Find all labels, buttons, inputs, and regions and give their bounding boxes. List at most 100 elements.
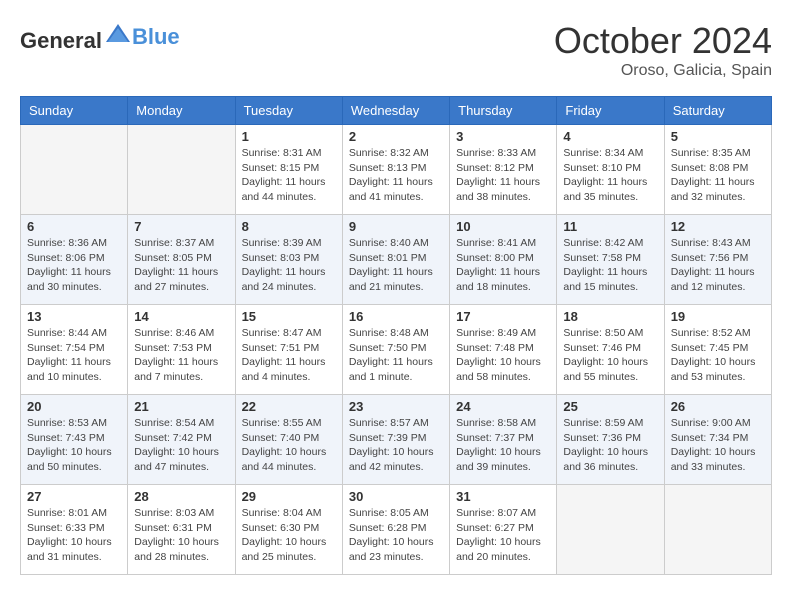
day-number: 6 [27,219,121,234]
calendar-day-cell: 14 Sunrise: 8:46 AM Sunset: 7:53 PM Dayli… [128,305,235,395]
weekday-header: Thursday [450,97,557,125]
day-info: Sunrise: 8:59 AM Sunset: 7:36 PM Dayligh… [563,416,657,475]
calendar-day-cell: 28 Sunrise: 8:03 AM Sunset: 6:31 PM Dayli… [128,485,235,575]
calendar-day-cell: 19 Sunrise: 8:52 AM Sunset: 7:45 PM Dayli… [664,305,771,395]
day-info: Sunrise: 8:01 AM Sunset: 6:33 PM Dayligh… [27,506,121,565]
day-info: Sunrise: 8:39 AM Sunset: 8:03 PM Dayligh… [242,236,336,295]
day-info: Sunrise: 8:40 AM Sunset: 8:01 PM Dayligh… [349,236,443,295]
day-number: 12 [671,219,765,234]
calendar-day-cell: 24Sunrise: 8:58 AM Sunset: 7:37 PM Dayli… [450,395,557,485]
weekday-header-row: SundayMondayTuesdayWednesdayThursdayFrid… [21,97,772,125]
day-number: 17 [456,309,550,324]
calendar-day-cell: 27 Sunrise: 8:01 AM Sunset: 6:33 PM Dayli… [21,485,128,575]
logo-blue: Blue [132,24,180,50]
day-number: 22 [242,399,336,414]
day-number: 31 [456,489,550,504]
calendar-day-cell: 16 Sunrise: 8:48 AM Sunset: 7:50 PM Dayli… [342,305,449,395]
day-info: Sunrise: 8:49 AM Sunset: 7:48 PM Dayligh… [456,326,550,385]
calendar-day-cell: 25 Sunrise: 8:59 AM Sunset: 7:36 PM Dayli… [557,395,664,485]
day-number: 21 [134,399,228,414]
day-number: 10 [456,219,550,234]
day-info: Sunrise: 8:48 AM Sunset: 7:50 PM Dayligh… [349,326,443,385]
day-info: Sunrise: 8:31 AM Sunset: 8:15 PM Dayligh… [242,146,336,205]
calendar-week-row: 6 Sunrise: 8:36 AM Sunset: 8:06 PM Daylig… [21,215,772,305]
calendar-day-cell: 6 Sunrise: 8:36 AM Sunset: 8:06 PM Daylig… [21,215,128,305]
day-info: Sunrise: 8:35 AM Sunset: 8:08 PM Dayligh… [671,146,765,205]
page-header: General Blue October 2024 Oroso, Galicia… [20,20,772,80]
day-number: 11 [563,219,657,234]
day-number: 24 [456,399,550,414]
calendar-day-cell: 23 Sunrise: 8:57 AM Sunset: 7:39 PM Dayli… [342,395,449,485]
calendar-day-cell: 11 Sunrise: 8:42 AM Sunset: 7:58 PM Dayli… [557,215,664,305]
day-number: 28 [134,489,228,504]
logo-general: General [20,28,102,53]
day-info: Sunrise: 8:44 AM Sunset: 7:54 PM Dayligh… [27,326,121,385]
title-area: October 2024 Oroso, Galicia, Spain [554,20,772,80]
calendar-day-cell: 5 Sunrise: 8:35 AM Sunset: 8:08 PM Daylig… [664,125,771,215]
day-number: 7 [134,219,228,234]
day-number: 8 [242,219,336,234]
calendar-day-cell: 12 Sunrise: 8:43 AM Sunset: 7:56 PM Dayli… [664,215,771,305]
day-info: Sunrise: 8:42 AM Sunset: 7:58 PM Dayligh… [563,236,657,295]
day-number: 13 [27,309,121,324]
calendar-day-cell: 30 Sunrise: 8:05 AM Sunset: 6:28 PM Dayli… [342,485,449,575]
day-number: 3 [456,129,550,144]
day-info: Sunrise: 8:53 AM Sunset: 7:43 PM Dayligh… [27,416,121,475]
day-info: Sunrise: 8:32 AM Sunset: 8:13 PM Dayligh… [349,146,443,205]
day-number: 27 [27,489,121,504]
day-info: Sunrise: 8:03 AM Sunset: 6:31 PM Dayligh… [134,506,228,565]
logo: General Blue [20,20,180,54]
day-number: 9 [349,219,443,234]
day-info: Sunrise: 8:47 AM Sunset: 7:51 PM Dayligh… [242,326,336,385]
day-info: Sunrise: 8:34 AM Sunset: 8:10 PM Dayligh… [563,146,657,205]
weekday-header: Wednesday [342,97,449,125]
day-info: Sunrise: 8:55 AM Sunset: 7:40 PM Dayligh… [242,416,336,475]
day-info: Sunrise: 8:36 AM Sunset: 8:06 PM Dayligh… [27,236,121,295]
day-number: 30 [349,489,443,504]
weekday-header: Monday [128,97,235,125]
day-info: Sunrise: 8:54 AM Sunset: 7:42 PM Dayligh… [134,416,228,475]
day-number: 23 [349,399,443,414]
calendar-day-cell: 26Sunrise: 9:00 AM Sunset: 7:34 PM Dayli… [664,395,771,485]
day-info: Sunrise: 8:46 AM Sunset: 7:53 PM Dayligh… [134,326,228,385]
calendar-table: SundayMondayTuesdayWednesdayThursdayFrid… [20,96,772,575]
calendar-week-row: 20 Sunrise: 8:53 AM Sunset: 7:43 PM Dayli… [21,395,772,485]
weekday-header: Saturday [664,97,771,125]
weekday-header: Sunday [21,97,128,125]
day-number: 16 [349,309,443,324]
calendar-day-cell: 4Sunrise: 8:34 AM Sunset: 8:10 PM Daylig… [557,125,664,215]
day-number: 19 [671,309,765,324]
calendar-day-cell: 1 Sunrise: 8:31 AM Sunset: 8:15 PM Daylig… [235,125,342,215]
day-number: 18 [563,309,657,324]
day-info: Sunrise: 8:33 AM Sunset: 8:12 PM Dayligh… [456,146,550,205]
day-number: 1 [242,129,336,144]
calendar-day-cell [128,125,235,215]
calendar-day-cell [664,485,771,575]
calendar-day-cell: 29Sunrise: 8:04 AM Sunset: 6:30 PM Dayli… [235,485,342,575]
day-number: 5 [671,129,765,144]
calendar-day-cell [21,125,128,215]
calendar-day-cell: 21 Sunrise: 8:54 AM Sunset: 7:42 PM Dayli… [128,395,235,485]
weekday-header: Tuesday [235,97,342,125]
day-info: Sunrise: 8:57 AM Sunset: 7:39 PM Dayligh… [349,416,443,475]
calendar-day-cell: 3 Sunrise: 8:33 AM Sunset: 8:12 PM Daylig… [450,125,557,215]
calendar-day-cell: 31 Sunrise: 8:07 AM Sunset: 6:27 PM Dayli… [450,485,557,575]
day-info: Sunrise: 8:04 AM Sunset: 6:30 PM Dayligh… [242,506,336,565]
day-number: 14 [134,309,228,324]
day-info: Sunrise: 8:41 AM Sunset: 8:00 PM Dayligh… [456,236,550,295]
calendar-day-cell: 7 Sunrise: 8:37 AM Sunset: 8:05 PM Daylig… [128,215,235,305]
calendar-day-cell: 13 Sunrise: 8:44 AM Sunset: 7:54 PM Dayli… [21,305,128,395]
calendar-week-row: 13 Sunrise: 8:44 AM Sunset: 7:54 PM Dayli… [21,305,772,395]
day-info: Sunrise: 8:07 AM Sunset: 6:27 PM Dayligh… [456,506,550,565]
calendar-week-row: 27 Sunrise: 8:01 AM Sunset: 6:33 PM Dayli… [21,485,772,575]
day-number: 20 [27,399,121,414]
day-info: Sunrise: 8:05 AM Sunset: 6:28 PM Dayligh… [349,506,443,565]
day-info: Sunrise: 8:52 AM Sunset: 7:45 PM Dayligh… [671,326,765,385]
day-info: Sunrise: 8:37 AM Sunset: 8:05 PM Dayligh… [134,236,228,295]
day-number: 25 [563,399,657,414]
calendar-day-cell: 2Sunrise: 8:32 AM Sunset: 8:13 PM Daylig… [342,125,449,215]
calendar-day-cell: 22 Sunrise: 8:55 AM Sunset: 7:40 PM Dayli… [235,395,342,485]
calendar-day-cell: 8 Sunrise: 8:39 AM Sunset: 8:03 PM Daylig… [235,215,342,305]
day-info: Sunrise: 8:43 AM Sunset: 7:56 PM Dayligh… [671,236,765,295]
calendar-day-cell: 20 Sunrise: 8:53 AM Sunset: 7:43 PM Dayli… [21,395,128,485]
